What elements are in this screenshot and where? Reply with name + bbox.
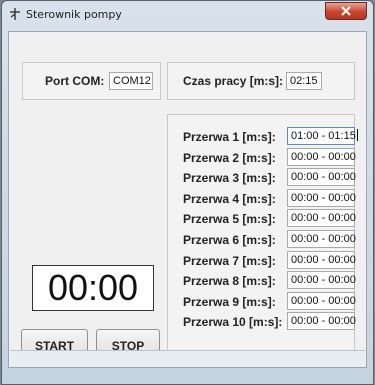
- port-label: Port COM:: [45, 74, 105, 88]
- text-caret: [356, 129, 358, 141]
- break-value-8: 00:00 - 00:00: [291, 274, 356, 287]
- break-field-6[interactable]: 00:00 - 00:00: [287, 230, 356, 248]
- break-field-7[interactable]: 00:00 - 00:00: [287, 250, 356, 269]
- break-label-7: Przerwa 7 [m:s]:: [183, 253, 276, 268]
- break-value-5: 00:00 - 00:00: [291, 212, 356, 225]
- work-time-panel: Czas pracy [m:s]: 02:15: [167, 62, 355, 100]
- break-field-9[interactable]: 00:00 - 00:00: [287, 291, 356, 310]
- break-field-5[interactable]: 00:00 - 00:00: [287, 209, 356, 228]
- window-title: Sterownik pompy: [26, 8, 122, 21]
- break-field-8[interactable]: 00:00 - 00:00: [287, 271, 356, 290]
- break-value-10: 00:00 - 00:00: [291, 315, 356, 328]
- break-label-6: Przerwa 6 [m:s]:: [183, 233, 276, 247]
- close-icon: [341, 6, 351, 16]
- break-value-2: 00:00 - 00:00: [291, 150, 356, 163]
- port-panel: Port COM: COM12: [22, 62, 161, 100]
- break-value-1: 01:00 - 01:15: [291, 130, 356, 142]
- break-value-6: 00:00 - 00:00: [291, 233, 356, 245]
- work-time-label: Czas pracy [m:s]:: [183, 74, 284, 88]
- break-label-2: Przerwa 2 [m:s]:: [183, 150, 276, 165]
- timer-display: 00:00: [32, 265, 154, 311]
- client-area: Port COM: COM12 Czas pracy [m:s]: 02:15 …: [8, 31, 367, 368]
- break-field-3[interactable]: 00:00 - 00:00: [287, 168, 356, 187]
- app-window: Sterownik pompy Port COM: COM12 Czas pra…: [1, 0, 374, 385]
- title-bar[interactable]: Sterownik pompy: [2, 1, 373, 31]
- break-value-9: 00:00 - 00:00: [291, 294, 356, 307]
- break-label-1: Przerwa 1 [m:s]:: [183, 130, 276, 144]
- break-label-9: Przerwa 9 [m:s]:: [183, 294, 276, 309]
- break-value-3: 00:00 - 00:00: [291, 171, 356, 184]
- breaks-panel: Przerwa 1 [m:s]: 01:00 - 01:15 Przerwa 2 […: [167, 114, 358, 352]
- break-field-10[interactable]: 00:00 - 00:00: [287, 312, 356, 331]
- break-value-7: 00:00 - 00:00: [291, 253, 356, 266]
- port-field[interactable]: COM12: [109, 72, 153, 90]
- break-label-8: Przerwa 8 [m:s]:: [183, 274, 276, 289]
- break-label-4: Przerwa 4 [m:s]:: [183, 191, 276, 206]
- break-label-5: Przerwa 5 [m:s]:: [183, 212, 276, 227]
- break-field-2[interactable]: 00:00 - 00:00: [287, 147, 356, 166]
- break-field-4[interactable]: 00:00 - 00:00: [287, 188, 356, 207]
- status-bar: [10, 350, 365, 367]
- pump-icon: [10, 8, 20, 20]
- close-button[interactable]: [325, 2, 367, 20]
- work-time-field[interactable]: 02:15: [286, 72, 322, 90]
- break-value-4: 00:00 - 00:00: [291, 191, 356, 204]
- break-label-10: Przerwa 10 [m:s]:: [183, 315, 283, 330]
- break-field-1[interactable]: 01:00 - 01:15: [287, 127, 358, 145]
- break-label-3: Przerwa 3 [m:s]:: [183, 171, 276, 186]
